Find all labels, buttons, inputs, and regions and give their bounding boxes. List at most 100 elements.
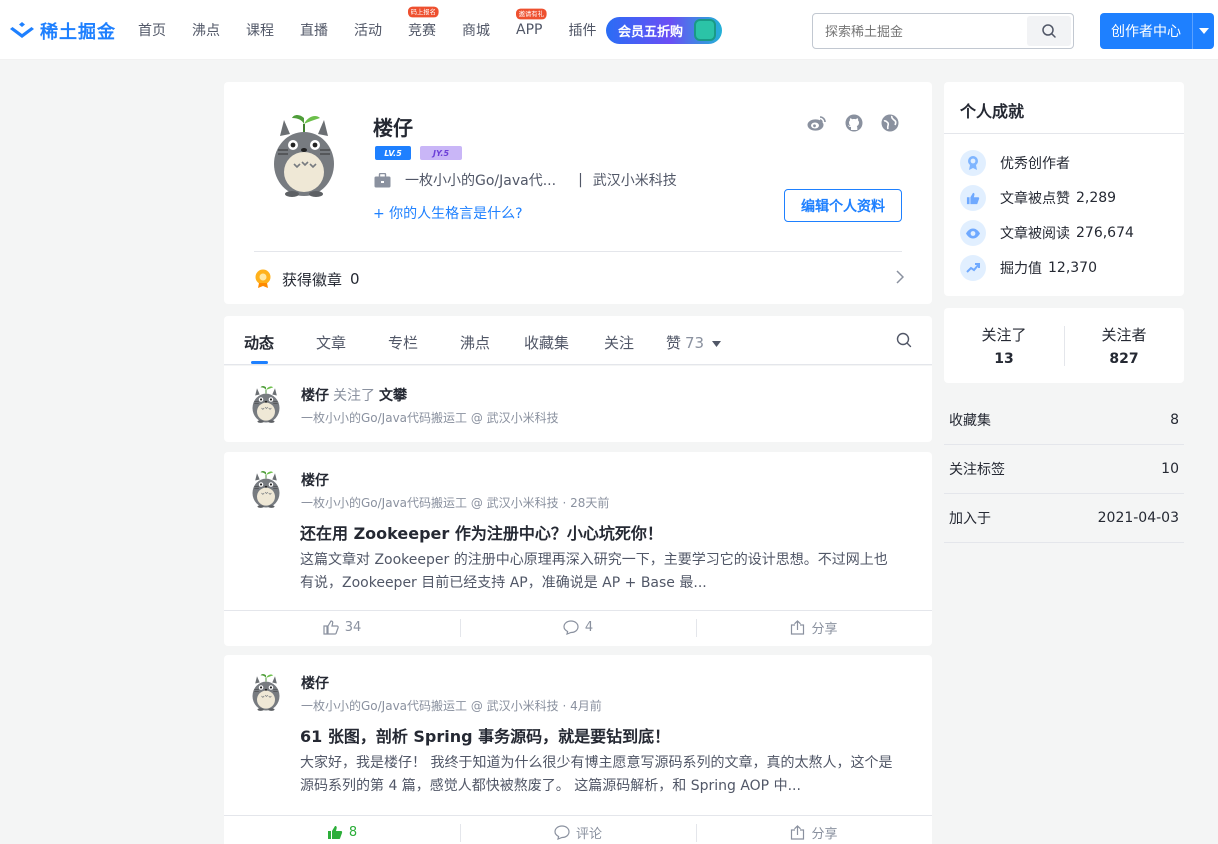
comment-button[interactable]: 4 <box>460 611 696 644</box>
nav-item-courses[interactable]: 课程 <box>246 20 274 40</box>
achievement-reads: 文章被阅读 276,674 <box>960 220 1134 246</box>
motto-prompt[interactable]: + 你的人生格言是什么? <box>373 203 523 223</box>
author-name[interactable]: 楼仔 <box>301 673 329 693</box>
achievements-card: 个人成就 优秀创作者 文章被点赞 2,289 文章被阅读 276,674 掘力值… <box>944 82 1184 296</box>
article-excerpt[interactable]: 这篇文章对 Zookeeper 的注册中心原理再深入研究一下，主要学习它的设计思… <box>300 549 900 595</box>
nav-label: 首页 <box>138 23 166 39</box>
edit-profile-button[interactable]: 编辑个人资料 <box>784 189 902 222</box>
info-row-collections[interactable]: 收藏集 8 <box>944 396 1184 445</box>
website-globe-icon[interactable] <box>881 114 899 132</box>
jy-badge[interactable]: JY.5 <box>420 146 462 160</box>
creator-center-button[interactable]: 创作者中心 <box>1100 13 1214 49</box>
tab-following[interactable]: 关注 <box>604 332 634 353</box>
nav-item-pins[interactable]: 沸点 <box>192 20 220 40</box>
achievements-title: 个人成就 <box>960 102 1025 121</box>
achievement-label: 掘力值 <box>1000 261 1042 277</box>
tab-collections[interactable]: 收藏集 <box>524 332 569 353</box>
job-separator: | <box>578 172 583 188</box>
info-value: 8 <box>1170 412 1179 428</box>
tab-label: 沸点 <box>460 334 491 352</box>
nav-item-live[interactable]: 直播 <box>300 20 328 40</box>
nav-item-home[interactable]: 首页 <box>138 20 166 40</box>
avatar[interactable] <box>248 469 284 509</box>
thumbs-up-icon <box>960 185 986 211</box>
feed-item-article[interactable]: 楼仔 一枚小小的Go/Java代码搬运工 @ 武汉小米科技 · 4月前 61 张… <box>224 655 932 844</box>
share-label: 分享 <box>811 622 838 637</box>
creator-dropdown-toggle[interactable] <box>1192 13 1214 49</box>
vip-promo-button[interactable]: 会员五折购 <box>606 17 722 44</box>
info-row-tags[interactable]: 关注标签 10 <box>944 445 1184 494</box>
tab-pins[interactable]: 沸点 <box>460 332 490 353</box>
like-button[interactable]: 34 <box>224 611 460 644</box>
achievement-label: 文章被阅读 <box>1000 226 1070 242</box>
info-value: 10 <box>1161 461 1179 477</box>
vip-mascot-icon <box>694 19 716 41</box>
followers-stat[interactable]: 关注者 827 <box>1064 324 1184 367</box>
tab-columns[interactable]: 专栏 <box>388 332 418 353</box>
avatar[interactable] <box>248 672 284 712</box>
article-excerpt[interactable]: 大家好，我是楼仔！ 我终于知道为什么很少有博主愿意写源码系列的文章，真的太熬人，… <box>300 752 900 798</box>
search-button[interactable] <box>1027 16 1071 46</box>
nav-label: 活动 <box>354 23 382 39</box>
nav-item-plugins[interactable]: 插件 <box>568 20 596 40</box>
tab-articles[interactable]: 文章 <box>316 332 346 353</box>
nav-item-events[interactable]: 活动 <box>354 20 382 40</box>
achievement-label: 优秀创作者 <box>1000 156 1070 172</box>
like-button[interactable]: 8 <box>224 816 460 844</box>
article-title[interactable]: 还在用 Zookeeper 作为注册中心？小心坑死你！ <box>300 520 663 544</box>
main-nav: 首页 沸点 课程 直播 活动 码上报名 竞赛 商城 邀请有礼 APP 插件 <box>138 0 622 60</box>
achievements-divider <box>944 133 1184 134</box>
article-title[interactable]: 61 张图，剖析 Spring 事务源码，就是要钻到底！ <box>300 723 670 747</box>
github-icon[interactable] <box>845 114 863 132</box>
profile-tabs: 动态 文章 专栏 沸点 收藏集 关注 赞 73 <box>224 316 932 365</box>
user-name: 楼仔 <box>373 116 413 140</box>
author-name[interactable]: 楼仔 <box>301 388 329 404</box>
tab-activity[interactable]: 动态 <box>244 332 274 353</box>
thumbs-up-icon <box>323 620 339 635</box>
feed-item-follow[interactable]: 楼仔 关注了 文攀 一枚小小的Go/Java代码搬运工 @ 武汉小米科技 <box>224 366 932 442</box>
share-button[interactable]: 分享 <box>696 611 932 644</box>
following-stat[interactable]: 关注了 13 <box>944 324 1064 367</box>
feed-headline: 楼仔 关注了 文攀 <box>301 385 407 405</box>
nav-badge: 码上报名 <box>408 6 439 18</box>
nav-label: 插件 <box>568 23 597 39</box>
likes-count: 73 <box>685 334 705 352</box>
followed-user[interactable]: 文攀 <box>379 388 407 404</box>
logo[interactable]: 稀土掘金 <box>8 18 116 44</box>
nav-label: 商城 <box>462 23 490 39</box>
level-badge[interactable]: LV.5 <box>375 146 411 160</box>
company-name: 武汉小米科技 <box>592 173 677 189</box>
caret-down-icon <box>711 340 721 347</box>
badges-row[interactable]: 获得徽章 0 <box>254 268 904 290</box>
share-icon <box>791 620 805 635</box>
article-actions: 8 评论 分享 <box>224 815 932 844</box>
avatar[interactable] <box>248 384 284 424</box>
author-meta: 一枚小小的Go/Java代码搬运工 @ 武汉小米科技 · 4月前 <box>301 699 602 713</box>
nav-item-contest[interactable]: 码上报名 竞赛 <box>408 6 439 40</box>
info-value: 2021-04-03 <box>1097 510 1179 526</box>
share-button[interactable]: 分享 <box>696 816 932 844</box>
job-row: 一枚小小的Go/Java代... | 武汉小米科技 <box>374 170 677 190</box>
nav-label: 课程 <box>246 23 274 39</box>
tab-label: 动态 <box>244 334 275 352</box>
following-count: 13 <box>994 351 1014 367</box>
achievement-value: 2,289 <box>1076 190 1117 206</box>
briefcase-icon <box>374 172 391 187</box>
info-label: 收藏集 <box>949 413 991 429</box>
profile-card: 楼仔 LV.5 JY.5 一枚小小的Go/Java代... | 武汉小米科技 +… <box>224 82 932 304</box>
achievement-label: 文章被点赞 <box>1000 191 1070 207</box>
feed-item-article[interactable]: 楼仔 一枚小小的Go/Java代码搬运工 @ 武汉小米科技 · 28天前 还在用… <box>224 452 932 646</box>
avatar[interactable] <box>264 112 344 198</box>
search-input[interactable] <box>813 14 1027 48</box>
weibo-icon[interactable] <box>807 114 827 132</box>
author-name[interactable]: 楼仔 <box>301 470 329 490</box>
tab-likes[interactable]: 赞 73 <box>666 332 721 353</box>
search-icon[interactable] <box>896 332 912 348</box>
comment-button[interactable]: 评论 <box>460 816 696 844</box>
nav-item-mall[interactable]: 商城 <box>462 20 490 40</box>
search-icon <box>1042 24 1056 38</box>
comment-label: 评论 <box>575 827 602 842</box>
achievement-excellent-creator[interactable]: 优秀创作者 <box>960 150 1070 176</box>
top-header: 稀土掘金 首页 沸点 课程 直播 活动 码上报名 竞赛 商城 邀请有礼 APP … <box>0 0 1218 60</box>
nav-item-app[interactable]: 邀请有礼 APP <box>516 8 547 38</box>
